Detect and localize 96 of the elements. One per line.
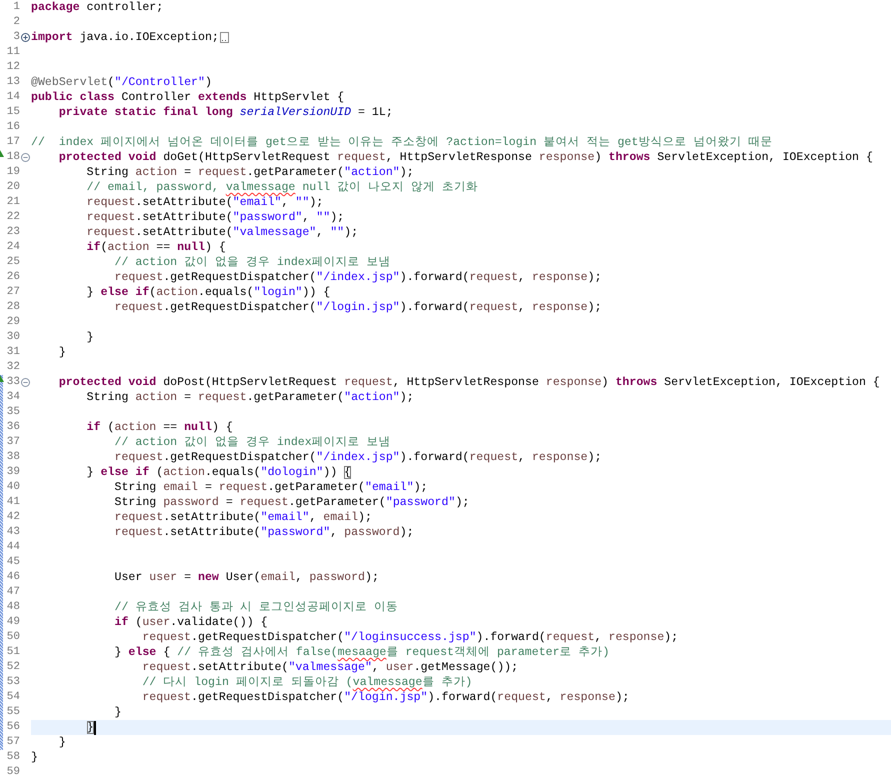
- code-line: request.getRequestDispatcher("/index.jsp").forward(request, response);: [113, 270, 602, 285]
- code-line: request.setAttribute("password", "");: [86, 210, 344, 225]
- line-number: 58: [6, 750, 20, 765]
- line-number: 54: [6, 690, 20, 705]
- code-line: }: [58, 735, 66, 750]
- line-number: 37: [6, 435, 20, 450]
- line-number: 13: [6, 75, 20, 90]
- line-number: 51: [6, 645, 20, 660]
- code-line: @WebServlet("/Controller"): [31, 75, 212, 90]
- line-number: 2: [12, 15, 20, 30]
- line-number: 26: [6, 270, 20, 285]
- line-number: 22: [6, 210, 20, 225]
- code-line: }: [31, 750, 38, 765]
- code-line: request.setAttribute("valmessage", "");: [86, 225, 358, 240]
- line-number: 24: [6, 240, 20, 255]
- code-line: // 다시 login 페이지로 되돌아감 (valmessage를 추가): [141, 675, 472, 690]
- line-number: 31: [6, 345, 20, 360]
- line-number: 38: [6, 450, 20, 465]
- code-line: protected void doPost(HttpServletRequest request, HttpServletResponse response) throws ServletException, IOException {: [58, 375, 880, 390]
- code-line: User user = new User(email, password);: [113, 570, 379, 585]
- code-line: // action 값이 없을 경우 index페이지로 보냄: [113, 255, 391, 270]
- expand-icon[interactable]: [21, 33, 30, 42]
- line-number: 19: [6, 165, 20, 180]
- line-number: 59: [6, 765, 20, 779]
- collapse-icon[interactable]: [21, 153, 30, 162]
- line-number: 12: [6, 60, 20, 75]
- code-line: String password = request.getParameter("password");: [113, 495, 470, 510]
- line-number: 20: [6, 180, 20, 195]
- line-number: 41: [6, 495, 20, 510]
- line-number: 15: [6, 105, 20, 120]
- line-number: 36: [6, 420, 20, 435]
- code-line: protected void doGet(HttpServletRequest request, HttpServletResponse response) throws ServletException, IOException {: [58, 150, 873, 165]
- line-number: 39: [6, 465, 20, 480]
- line-number: 28: [6, 300, 20, 315]
- line-number: 11: [6, 45, 20, 60]
- line-number: 45: [6, 555, 20, 570]
- line-number: 27: [6, 285, 20, 300]
- code-line: request.setAttribute("valmessage", user.getMessage());: [141, 660, 518, 675]
- code-line: request.setAttribute("password", password);: [113, 525, 414, 540]
- code-line: if(action == null) {: [86, 240, 226, 255]
- line-number: 17: [6, 135, 20, 150]
- line-number: 47: [6, 585, 20, 600]
- code-line: if (user.validate()) {: [113, 615, 268, 630]
- line-number: 32: [6, 360, 20, 375]
- line-number: 42: [6, 510, 20, 525]
- line-number: 14: [6, 90, 20, 105]
- code-line: // index 페이지에서 넘어온 데이터를 get으로 받는 이유는 주소창에 ?action=login 붙여서 적는 get방식으로 넘어왔기 때문: [31, 135, 772, 150]
- folded-code-icon[interactable]: [220, 32, 229, 43]
- line-number: 48: [6, 600, 20, 615]
- code-line: request.getRequestDispatcher("/login.jsp").forward(request, response);: [113, 300, 602, 315]
- line-number: 46: [6, 570, 20, 585]
- line-number: 3: [12, 30, 20, 45]
- line-number: 18: [6, 150, 20, 165]
- line-number: 57: [6, 735, 20, 750]
- line-number: 21: [6, 195, 20, 210]
- code-line: }: [113, 705, 122, 720]
- code-line: // action 값이 없을 경우 index페이지로 보냄: [113, 435, 391, 450]
- code-line: }: [58, 345, 66, 360]
- code-line: import java.io.IOException;: [31, 30, 219, 45]
- code-line: request.setAttribute("email", email);: [113, 510, 372, 525]
- line-number: 1: [12, 0, 20, 15]
- code-line: private static final long serialVersionUID = 1L;: [58, 105, 393, 120]
- code-line: // email, password, valmessage null 값이 나오지 않게 초기화: [86, 180, 478, 195]
- line-number: 52: [6, 660, 20, 675]
- code-line: request.getRequestDispatcher("/login.jsp").forward(request, response);: [141, 690, 630, 705]
- line-number: 53: [6, 675, 20, 690]
- code-line: public class Controller extends HttpServlet {: [31, 90, 344, 105]
- code-line: String action = request.getParameter("action");: [86, 390, 414, 405]
- code-line: } else if(action.equals("login")) {: [86, 285, 330, 300]
- text-cursor: [94, 720, 96, 734]
- code-line: // 유효성 검사 통과 시 로그인성공페이지로 이동: [113, 600, 398, 615]
- collapse-icon[interactable]: [21, 378, 30, 387]
- line-number: 50: [6, 630, 20, 645]
- code-line: request.getRequestDispatcher("/index.jsp").forward(request, response);: [113, 450, 602, 465]
- line-number: 30: [6, 330, 20, 345]
- line-number: 40: [6, 480, 20, 495]
- line-number: 55: [6, 705, 20, 720]
- line-number: 33: [6, 375, 20, 390]
- code-line: String email = request.getParameter("email");: [113, 480, 428, 495]
- line-number: 23: [6, 225, 20, 240]
- line-number: 16: [6, 120, 20, 135]
- line-number: 56: [6, 720, 20, 735]
- line-number: 35: [6, 405, 20, 420]
- line-number: 25: [6, 255, 20, 270]
- code-line: request.getRequestDispatcher("/loginsuccess.jsp").forward(request, response);: [141, 630, 678, 645]
- code-line: if (action == null) {: [86, 420, 233, 435]
- code-line: }: [86, 330, 94, 345]
- line-number: 49: [6, 615, 20, 630]
- code-line: } else { // 유효성 검사에서 false(mesaage를 request객체에 parameter로 추가): [113, 645, 610, 660]
- code-line: String action = request.getParameter("action");: [86, 165, 414, 180]
- code-line: request.setAttribute("email", "");: [86, 195, 324, 210]
- line-number: 34: [6, 390, 20, 405]
- line-number: 44: [6, 540, 20, 555]
- code-line: package controller;: [31, 0, 164, 15]
- line-number: 29: [6, 315, 20, 330]
- line-number: 43: [6, 525, 20, 540]
